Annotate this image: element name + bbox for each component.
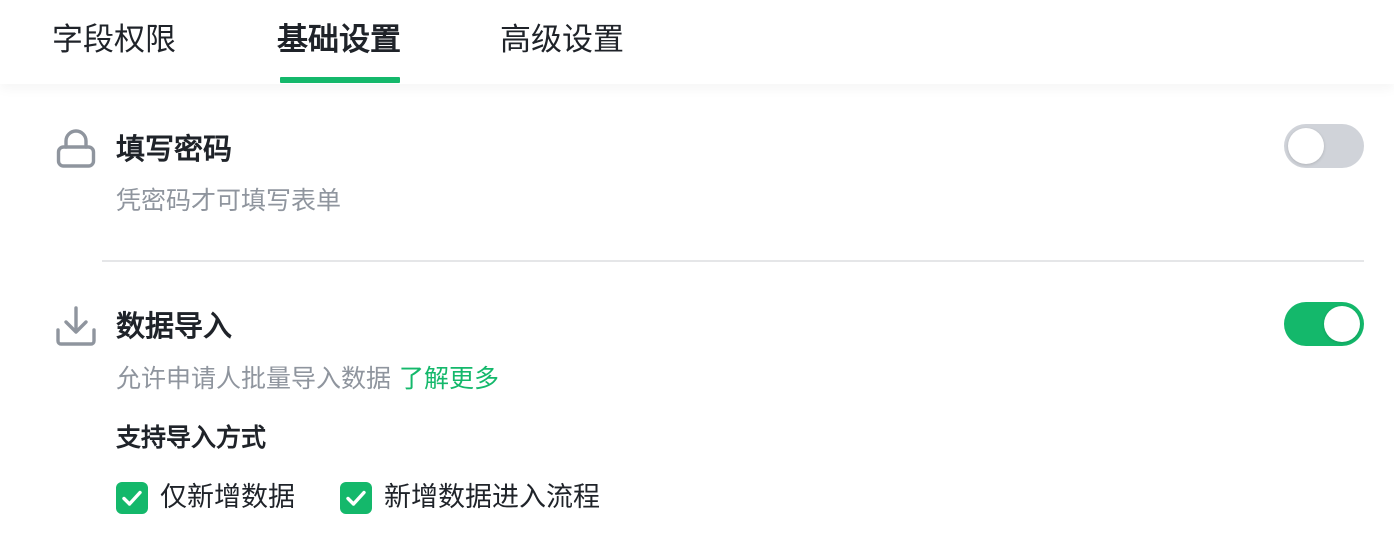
section-divider (102, 260, 1364, 262)
data-import-title: 数据导入 (116, 309, 233, 343)
import-methods-heading: 支持导入方式 (116, 423, 267, 452)
checkmark-icon (346, 490, 366, 506)
checkmark-icon (122, 490, 142, 506)
tab-basic-settings[interactable]: 基础设置 (277, 20, 401, 60)
active-tab-indicator (280, 77, 400, 83)
tab-advanced-settings[interactable]: 高级设置 (500, 20, 624, 60)
password-setting-title: 填写密码 (116, 132, 233, 166)
tab-field-permissions[interactable]: 字段权限 (52, 20, 176, 60)
checkbox[interactable] (116, 482, 148, 514)
tab-bar: 字段权限 基础设置 高级设置 (0, 0, 1394, 84)
download-icon (56, 306, 96, 346)
data-import-description: 允许申请人批量导入数据 (116, 364, 392, 393)
password-toggle[interactable] (1284, 124, 1364, 168)
toggle-knob (1324, 306, 1360, 342)
data-import-toggle[interactable] (1284, 302, 1364, 346)
import-method-label: 仅新增数据 (160, 482, 295, 513)
toggle-knob (1288, 128, 1324, 164)
import-method-label: 新增数据进入流程 (384, 482, 600, 513)
data-import-description-row: 允许申请人批量导入数据 了解更多 (116, 363, 499, 395)
learn-more-link[interactable]: 了解更多 (399, 364, 499, 393)
checkbox[interactable] (340, 482, 372, 514)
lock-icon (56, 129, 96, 168)
password-setting-description: 凭密码才可填写表单 (116, 186, 342, 215)
